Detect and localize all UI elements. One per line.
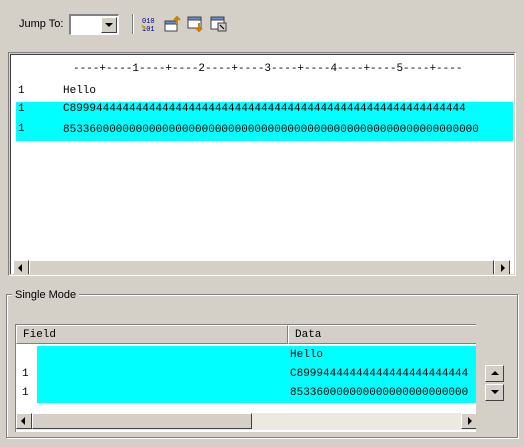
jump-to-combobox[interactable]: [69, 14, 119, 35]
scroll-left-button[interactable]: [16, 413, 32, 429]
row-number: 1: [22, 387, 29, 399]
record-row[interactable]: 1 C8999444444444444444444444444444444444…: [16, 102, 513, 118]
field-cell: [37, 384, 288, 403]
grid-horizontal-scrollbar[interactable]: [16, 413, 476, 430]
toolbar-separator: [132, 14, 134, 34]
folder-up-icon[interactable]: [164, 15, 182, 33]
record-number: 1: [18, 123, 25, 135]
table-row[interactable]: 1 C89994444444444444444444444: [16, 365, 476, 384]
table-row[interactable]: Hello: [16, 346, 476, 365]
scroll-up-button[interactable]: [485, 365, 504, 382]
horizontal-scrollbar[interactable]: [13, 260, 510, 274]
column-ruler: ----+----1----+----2----+----3----+----4…: [73, 63, 463, 75]
scroll-down-button[interactable]: [485, 384, 504, 401]
scrollbar-thumb[interactable]: [32, 413, 252, 429]
record-viewer: ----+----1----+----2----+----3----+----4…: [8, 52, 516, 276]
record-data: 8533600000000000000000000000000000000000…: [63, 124, 479, 136]
data-cell: Hello: [287, 346, 476, 365]
scroll-right-button[interactable]: [494, 260, 510, 274]
data-cell: C89994444444444444444444444: [287, 365, 476, 384]
svg-text:010: 010: [142, 18, 155, 26]
chevron-down-icon[interactable]: [101, 17, 117, 33]
scroll-right-button[interactable]: [461, 413, 476, 429]
record-row[interactable]: 1 Hello: [16, 84, 513, 98]
record-row[interactable]: 1 85336000000000000000000000000000000000…: [16, 118, 513, 141]
scroll-left-button[interactable]: [13, 260, 29, 274]
single-mode-title: Single Mode: [12, 289, 80, 301]
data-cell: 853360000000000000000000000: [287, 384, 476, 403]
row-number: 1: [22, 368, 29, 380]
field-data-grid[interactable]: Field Data Hello 1 C89994444444444444444…: [15, 324, 476, 432]
scrollbar-thumb[interactable]: [29, 260, 494, 274]
binary-toggle-icon[interactable]: 010 101: [141, 15, 159, 34]
export-icon[interactable]: [187, 15, 205, 33]
record-number: 1: [18, 85, 25, 97]
toolbar: Jump To: 010 101: [0, 0, 524, 48]
record-viewer-content[interactable]: ----+----1----+----2----+----3----+----4…: [10, 54, 514, 274]
record-data: C899944444444444444444444444444444444444…: [63, 103, 466, 115]
record-number: 1: [18, 103, 25, 115]
record-data: Hello: [63, 85, 97, 97]
field-cell: [37, 346, 288, 365]
table-row[interactable]: 1 853360000000000000000000000: [16, 384, 476, 403]
column-header-field[interactable]: Field: [16, 325, 288, 344]
jump-to-label: Jump To:: [19, 18, 64, 30]
column-header-data[interactable]: Data: [288, 325, 476, 344]
field-cell: [37, 365, 288, 384]
settings-window-icon[interactable]: [210, 15, 228, 33]
